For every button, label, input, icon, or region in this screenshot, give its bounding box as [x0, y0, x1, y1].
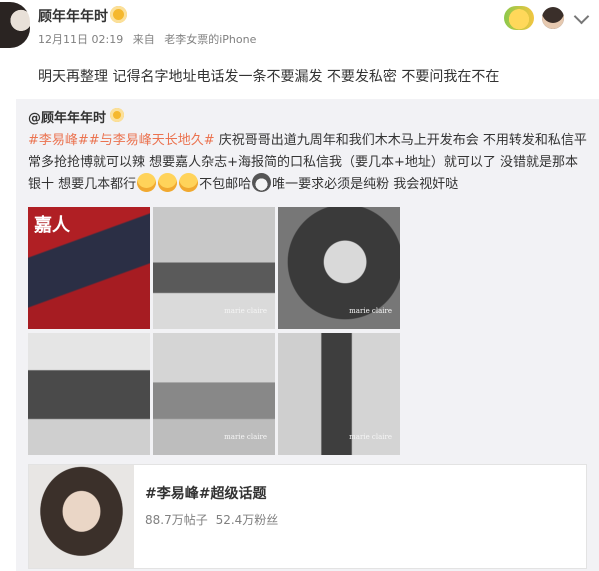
- emoji-cat-icon: [179, 173, 199, 192]
- photo-thumbnail[interactable]: marie claire: [278, 207, 400, 329]
- repost-user-name[interactable]: @顾年年年时: [28, 107, 106, 126]
- cover-title: 嘉人: [34, 215, 70, 236]
- repost-box: @顾年年年时 #李易峰##与李易峰天长地久# 庆祝哥哥出道九周年和我们木木马上开…: [16, 99, 599, 571]
- topic-title[interactable]: #李易峰#超级话题: [145, 483, 266, 503]
- photo-thumbnail[interactable]: marie claire: [153, 333, 275, 455]
- topic-link-1[interactable]: #李易峰#: [28, 133, 89, 148]
- post-date[interactable]: 12月11日 02:19: [38, 33, 123, 46]
- photo-thumbnail[interactable]: marie claire: [278, 333, 400, 455]
- vip-icon: [110, 108, 124, 122]
- emoji-badge-icon: [504, 6, 534, 30]
- post-source[interactable]: 老李女票的iPhone: [164, 33, 256, 46]
- photo-thumbnail[interactable]: 嘉人: [28, 207, 150, 329]
- post-meta: 12月11日 02:19 来自 老李女票的iPhone: [38, 31, 262, 47]
- avatar[interactable]: [542, 7, 564, 29]
- repost-text: #李易峰##与李易峰天长地久# 庆祝哥哥出道九周年和我们木木马上开发布会 不用转…: [28, 130, 588, 196]
- photo-watermark: marie claire: [224, 433, 267, 441]
- emoji-cat-icon: [137, 173, 157, 192]
- vip-icon: [110, 6, 127, 23]
- repost-text-part-3: 唯一要求必须是纯粉 我会视奸哒: [272, 177, 459, 192]
- photo-thumbnail[interactable]: marie claire: [153, 207, 275, 329]
- emoji-husky-icon: [252, 173, 272, 192]
- photo-watermark: marie claire: [349, 307, 392, 315]
- photo-thumbnail[interactable]: [28, 333, 150, 455]
- super-topic-card[interactable]: #李易峰#超级话题 88.7万帖子 52.4万粉丝: [28, 464, 587, 569]
- repost-text-part-2: 不包邮哈: [199, 177, 252, 192]
- user-avatar[interactable]: [0, 2, 30, 48]
- header-actions: [504, 6, 590, 30]
- post-text: 明天再整理 记得名字地址电话发一条不要漏发 不要发私密 不要问我在不在: [38, 69, 500, 85]
- photo-watermark: marie claire: [349, 433, 392, 441]
- chevron-down-icon[interactable]: [573, 8, 590, 24]
- topic-thumbnail: [29, 465, 134, 568]
- topic-stats: 88.7万帖子 52.4万粉丝: [145, 511, 282, 528]
- topic-fan-count: 52.4万粉丝: [215, 513, 279, 527]
- topic-link-2[interactable]: #与李易峰天长地久#: [89, 133, 215, 148]
- user-name[interactable]: 顾年年年时: [38, 6, 108, 26]
- photo-watermark: marie claire: [224, 307, 267, 315]
- topic-post-count: 88.7万帖子: [145, 513, 208, 527]
- via-label: 来自: [132, 33, 155, 46]
- emoji-cat-icon: [158, 173, 178, 192]
